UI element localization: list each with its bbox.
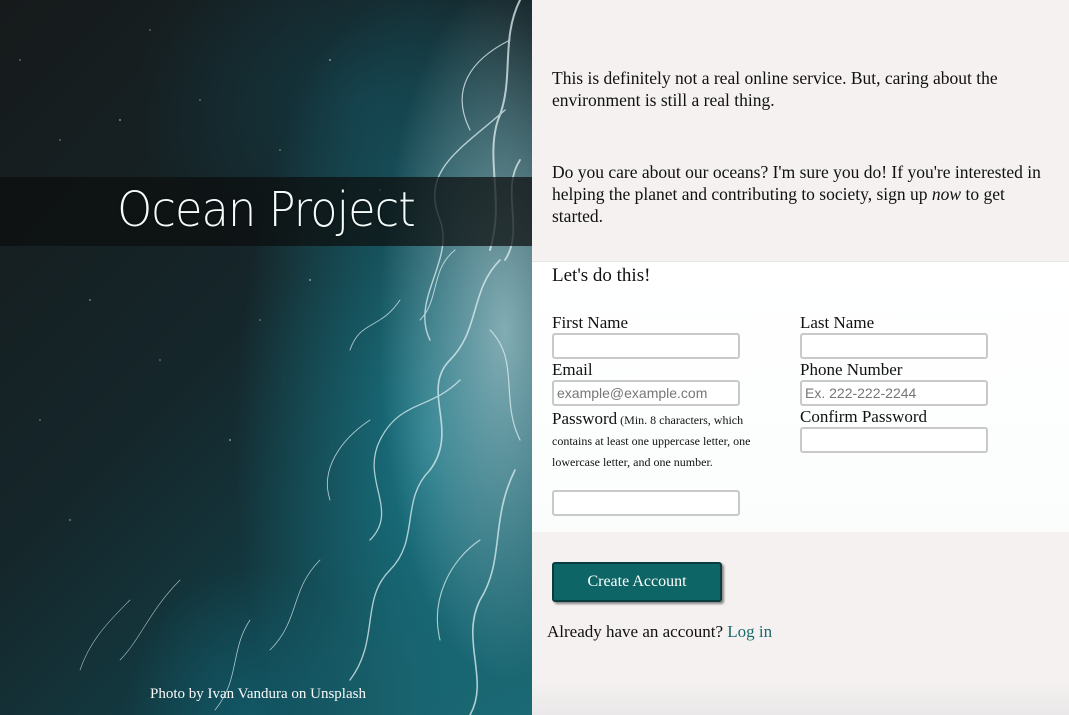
signup-form: Let's do this! First Name Last Name Emai… (532, 261, 1069, 532)
first-name-input[interactable] (552, 333, 740, 359)
signup-panel: This is definitely not a real online ser… (532, 0, 1069, 715)
last-name-input[interactable] (800, 333, 988, 359)
login-row: Already have an account? Log in (547, 622, 772, 642)
create-account-button[interactable]: Create Account (552, 562, 722, 602)
login-prompt: Already have an account? (547, 622, 724, 641)
intro-paragraph-1: This is definitely not a real online ser… (552, 68, 998, 110)
site-title: Ocean Project (117, 182, 416, 238)
login-link[interactable]: Log in (727, 622, 772, 641)
bottom-fade (532, 680, 1069, 715)
phone-label: Phone Number (800, 360, 903, 379)
photo-credit: Photo by Ivan Vandura on Unsplash (150, 686, 366, 702)
form-heading: Let's do this! (552, 265, 651, 286)
password-label-group: Password (Min. 8 characters, which conta… (552, 408, 752, 473)
email-label: Email (552, 360, 593, 379)
first-name-label: First Name (552, 313, 629, 332)
email-input[interactable] (552, 380, 740, 406)
confirm-password-label: Confirm Password (800, 407, 928, 426)
ocean-foam-texture (19, 0, 521, 715)
intro-paragraph-2: Do you care about our oceans? I'm sure y… (552, 161, 1052, 227)
hero-image: Ocean Project Photo by Ivan Vandura on U… (0, 0, 532, 715)
password-input[interactable] (552, 490, 740, 516)
intro-emphasis: now (931, 184, 962, 204)
phone-input[interactable] (800, 380, 988, 406)
confirm-password-input[interactable] (800, 427, 988, 453)
password-label: Password (552, 409, 618, 428)
last-name-label: Last Name (800, 313, 875, 332)
